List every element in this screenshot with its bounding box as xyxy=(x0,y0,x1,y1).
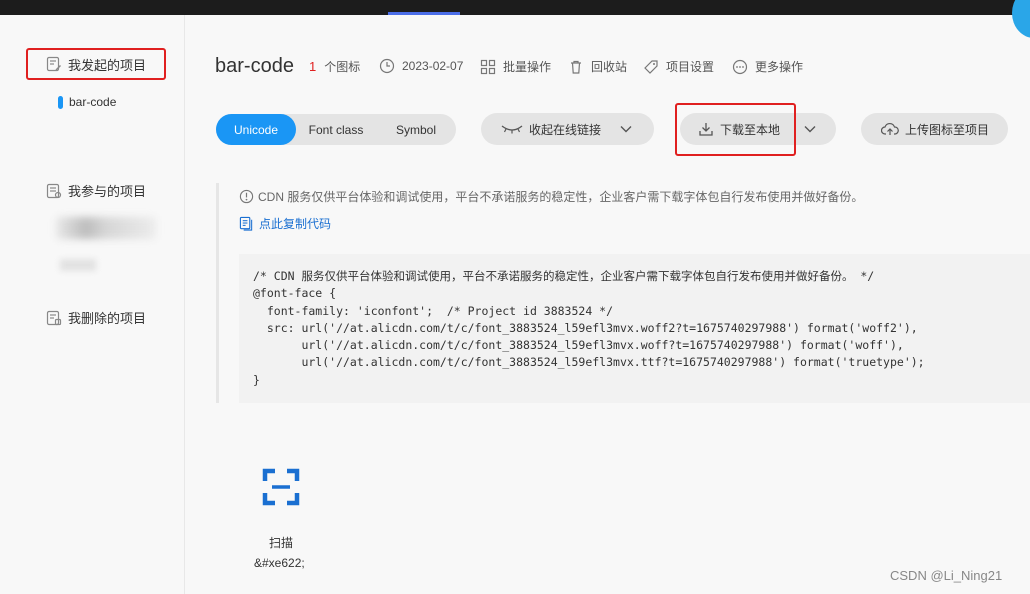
icon-count: 1 个图标 xyxy=(309,58,360,75)
document-list-icon xyxy=(46,183,62,198)
clock-icon xyxy=(379,58,395,74)
icon-count-label: 个图标 xyxy=(324,60,361,74)
cdn-notice: CDN 服务仅供平台体验和调试使用，平台不承诺服务的稳定性，企业客户需下载字体包… xyxy=(239,188,863,205)
date-label: 2023-02-07 xyxy=(402,59,464,73)
format-tabs: Unicode Font class Symbol xyxy=(216,114,456,145)
info-icon xyxy=(239,189,254,204)
chevron-down-icon xyxy=(620,126,632,133)
tag-icon xyxy=(644,59,658,74)
top-nav-indicator xyxy=(388,12,460,15)
batch-label: 批量操作 xyxy=(503,60,552,74)
tab-symbol[interactable]: Symbol xyxy=(376,114,456,145)
tab-unicode[interactable]: Unicode xyxy=(216,114,296,145)
sidebar-item-my-projects[interactable]: 我发起的项目 xyxy=(26,48,166,80)
redacted-project xyxy=(60,259,96,271)
copy-icon xyxy=(239,216,253,231)
tab-font-class[interactable]: Font class xyxy=(296,114,376,145)
collapse-link-label: 收起在线链接 xyxy=(529,122,602,137)
upload-label: 上传图标至项目 xyxy=(905,122,990,137)
batch-operation-button[interactable]: 批量操作 xyxy=(480,58,551,75)
sidebar-item-deleted-projects[interactable]: 我删除的项目 xyxy=(46,308,146,327)
copy-code-label: 点此复制代码 xyxy=(259,217,332,231)
code-line: } xyxy=(253,372,260,387)
active-dot xyxy=(58,95,63,109)
sidebar-item-joined-projects[interactable]: 我参与的项目 xyxy=(46,181,146,200)
created-date: 2023-02-07 xyxy=(379,58,463,74)
collapse-link-button[interactable]: 收起在线链接 xyxy=(481,113,654,145)
cloud-upload-icon xyxy=(881,123,899,135)
code-line: /* CDN 服务仅供平台体验和调试使用，平台不承诺服务的稳定性，企业客户需下载… xyxy=(253,269,875,283)
icon-unicode-label: &#xe622; xyxy=(254,556,305,570)
icon-name-label: 扫描 xyxy=(269,536,294,550)
trash-button[interactable]: 回收站 xyxy=(568,58,627,75)
chevron-down-icon[interactable] xyxy=(804,125,816,133)
more-icon xyxy=(732,59,748,74)
sidebar-sub-project[interactable]: bar-code xyxy=(58,95,116,109)
sidebar: 我发起的项目 bar-code 我参与的项目 我删除的项目 xyxy=(0,15,185,594)
edit-document-icon xyxy=(46,56,61,72)
code-line: font-family: 'iconfont'; /* Project id 3… xyxy=(253,303,614,318)
sidebar-item-label: 我参与的项目 xyxy=(68,184,147,199)
watermark: CSDN @Li_Ning21 xyxy=(890,568,1003,583)
sidebar-sub-label: bar-code xyxy=(69,95,117,109)
copy-code-link[interactable]: 点此复制代码 xyxy=(239,215,331,232)
document-trash-icon xyxy=(46,310,62,325)
user-avatar[interactable] xyxy=(1012,0,1030,38)
css-code-block[interactable]: /* CDN 服务仅供平台体验和调试使用，平台不承诺服务的稳定性，企业客户需下载… xyxy=(239,254,1030,403)
code-line: src: url('//at.alicdn.com/t/c/font_38835… xyxy=(253,320,918,335)
code-line: @font-face { xyxy=(253,286,337,301)
eye-closed-icon xyxy=(501,125,523,134)
more-actions-button[interactable]: 更多操作 xyxy=(732,58,803,75)
settings-label: 项目设置 xyxy=(666,60,715,74)
grid-icon xyxy=(480,59,496,74)
upload-icons-button[interactable]: 上传图标至项目 xyxy=(861,113,1008,145)
download-highlight-box xyxy=(675,103,796,156)
project-settings-button[interactable]: 项目设置 xyxy=(643,58,714,75)
scan-icon[interactable] xyxy=(262,468,300,506)
sidebar-item-label: 我删除的项目 xyxy=(68,311,147,326)
top-bar xyxy=(0,0,1030,15)
more-label: 更多操作 xyxy=(755,60,804,74)
page-title: bar-code xyxy=(215,55,294,77)
redacted-project xyxy=(56,217,156,239)
trash-label: 回收站 xyxy=(591,60,628,74)
trash-icon xyxy=(571,60,581,74)
sidebar-item-label: 我发起的项目 xyxy=(68,57,147,73)
divider xyxy=(216,183,219,403)
code-line: url('//at.alicdn.com/t/c/font_3883524_l5… xyxy=(253,355,925,370)
icon-count-number: 1 xyxy=(309,59,317,74)
notice-text: CDN 服务仅供平台体验和调试使用，平台不承诺服务的稳定性，企业客户需下载字体包… xyxy=(258,190,864,204)
code-line: url('//at.alicdn.com/t/c/font_3883524_l5… xyxy=(253,338,904,353)
